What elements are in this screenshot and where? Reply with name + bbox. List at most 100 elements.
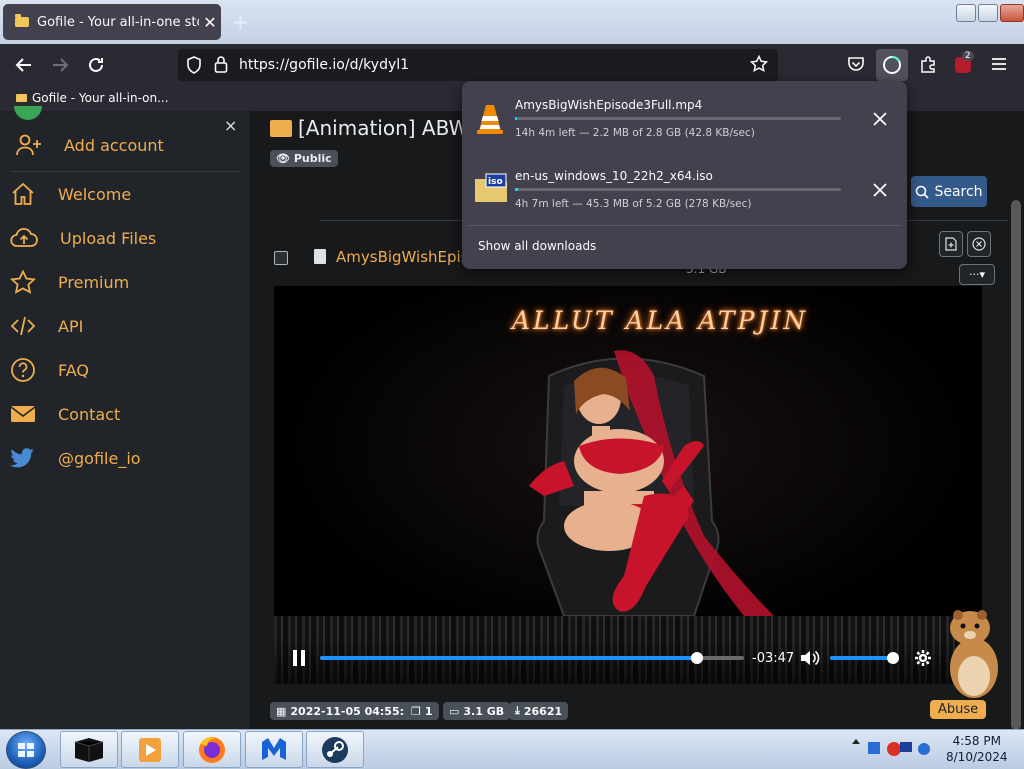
cancel-download-button[interactable] — [870, 180, 890, 200]
volume-handle[interactable] — [886, 652, 899, 664]
download-progress-fill — [515, 117, 517, 120]
close-icon — [873, 112, 887, 126]
file-info-button[interactable] — [939, 231, 963, 257]
tab-title: Gofile - Your all-in-one storage — [37, 14, 199, 30]
settings-gear-icon[interactable] — [914, 649, 932, 667]
folder-favicon-icon — [15, 14, 29, 27]
svg-text:iso: iso — [488, 177, 503, 187]
menu-hamburger-icon[interactable] — [991, 56, 1007, 72]
bookmark-label: Gofile - Your all-in-on... — [32, 91, 169, 105]
window-close-button[interactable] — [1000, 4, 1024, 22]
folder-title-text: [Animation] ABW — [298, 116, 469, 140]
taskbar-clock[interactable]: 4:58 PM 8/10/2024 — [946, 733, 1008, 765]
bookmark-star-icon[interactable] — [750, 55, 768, 73]
total-size: 3.1 GB — [463, 704, 505, 718]
download-count: 26621 — [523, 704, 563, 718]
close-icon — [873, 183, 887, 197]
tray-icons — [852, 739, 930, 756]
document-icon — [945, 237, 957, 251]
sidebar-item-premium[interactable]: Premium — [10, 262, 129, 302]
bookmark-gofile[interactable]: Gofile - Your all-in-on... — [16, 91, 169, 105]
taskbar-app-firefox[interactable] — [183, 731, 241, 768]
taskbar-app-media-player[interactable] — [121, 731, 179, 768]
file-icon — [314, 249, 326, 264]
show-all-downloads-button[interactable]: Show all downloads — [478, 239, 596, 253]
taskbar-app-black-box[interactable] — [60, 731, 118, 768]
sidebar-item-contact[interactable]: Contact — [10, 394, 120, 434]
video-controls-bar — [274, 636, 982, 684]
download-item-status: 4h 7m left — 45.3 MB of 5.2 GB (278 KB/s… — [515, 198, 752, 210]
sidebar-close-button[interactable]: × — [224, 116, 237, 135]
download-progress-bar — [515, 188, 841, 191]
star-icon — [10, 270, 36, 294]
clock-time: 4:58 PM — [952, 734, 1001, 748]
sidebar-item-upload-files[interactable]: Upload Files — [10, 218, 156, 258]
download-progress-bar — [515, 117, 841, 120]
windows-logo-icon — [18, 743, 34, 757]
pocket-icon[interactable] — [847, 56, 865, 72]
scrollbar-thumb[interactable] — [1011, 200, 1021, 730]
taskbar-app-steam[interactable] — [306, 731, 364, 768]
media-player-icon — [139, 738, 161, 762]
minimize-button[interactable] — [956, 4, 976, 22]
url-text[interactable]: https://gofile.io/d/kydyl1 — [239, 57, 409, 73]
tab-gofile[interactable]: Gofile - Your all-in-one storage ✕ — [3, 4, 221, 40]
sidebar-item-api[interactable]: API — [10, 306, 83, 346]
download-item-name[interactable]: en-us_windows_10_22h2_x64.iso — [515, 169, 713, 183]
network-icon — [868, 742, 880, 754]
more-options-button[interactable]: ···▾ — [959, 264, 995, 285]
file-name-link[interactable]: AmysBigWishEpis — [336, 248, 469, 266]
sidebar-item-label: Add account — [64, 135, 164, 155]
downloads-button[interactable] — [876, 49, 908, 81]
download-item-name[interactable]: AmysBigWishEpisode3Full.mp4 — [515, 98, 702, 112]
drive-icon: ▭ — [449, 704, 460, 718]
tab-close-button[interactable]: ✕ — [199, 13, 221, 32]
cancel-download-button[interactable] — [870, 109, 890, 129]
hamster-sticker-image — [944, 606, 1004, 701]
file-close-button[interactable] — [967, 231, 991, 257]
question-icon — [11, 358, 35, 382]
eye-icon: 👁 — [276, 152, 290, 165]
close-circle-icon — [972, 237, 986, 251]
abuse-button[interactable]: Abuse — [930, 700, 987, 719]
file-select-checkbox[interactable] — [274, 251, 288, 265]
reload-icon[interactable] — [85, 54, 107, 76]
extensions-puzzle-icon[interactable] — [919, 55, 937, 73]
search-button[interactable]: Search — [911, 176, 987, 207]
shield-icon[interactable] — [186, 56, 202, 74]
total-size-badge: ▭ 3.1 GB — [443, 702, 511, 720]
maximize-button[interactable] — [978, 4, 998, 22]
file-count-badge: ❐ 1 — [405, 702, 439, 720]
new-tab-button[interactable]: + — [232, 10, 249, 34]
forward-icon[interactable] — [49, 54, 71, 76]
black-box-icon — [74, 738, 104, 762]
sidebar-item-label: Premium — [58, 272, 130, 292]
volume-icon[interactable] — [800, 649, 820, 667]
download-progress-fill — [515, 188, 518, 191]
files-icon: ❐ — [411, 704, 421, 718]
time-remaining: -03:47 — [752, 651, 795, 666]
vlc-icon — [476, 103, 504, 135]
sidebar-item-add-account[interactable]: Add account — [16, 125, 164, 165]
lock-icon[interactable] — [214, 55, 228, 73]
sidebar-item-label: @gofile_io — [58, 448, 141, 468]
upload-date-badge: ▦ 2022-11-05 04:55:27 — [270, 702, 426, 720]
taskbar-app-malwarebytes[interactable] — [245, 731, 303, 768]
sidebar-item-faq[interactable]: FAQ — [10, 350, 89, 390]
public-label: Public — [293, 152, 332, 165]
start-button[interactable] — [6, 731, 46, 769]
video-overlay-title: ALLUT ALA ATPJIN — [512, 306, 809, 335]
firefox-icon — [199, 737, 225, 763]
volume-slider-level — [830, 656, 893, 660]
sidebar-item-label: Upload Files — [60, 228, 157, 248]
sidebar-item-label: FAQ — [58, 360, 89, 380]
downloads-divider — [468, 225, 901, 226]
download-count-badge: ⤓ 26621 — [509, 702, 569, 720]
pause-icon[interactable] — [292, 650, 306, 666]
back-icon[interactable] — [13, 54, 35, 76]
search-icon — [916, 185, 930, 199]
sidebar-item-welcome[interactable]: Welcome — [10, 174, 131, 214]
sidebar-item-twitter[interactable]: @gofile_io — [10, 438, 141, 478]
download-icon: ⤓ — [515, 704, 520, 717]
download-item-status: 14h 4m left — 2.2 MB of 2.8 GB (42.8 KB/… — [515, 127, 755, 139]
